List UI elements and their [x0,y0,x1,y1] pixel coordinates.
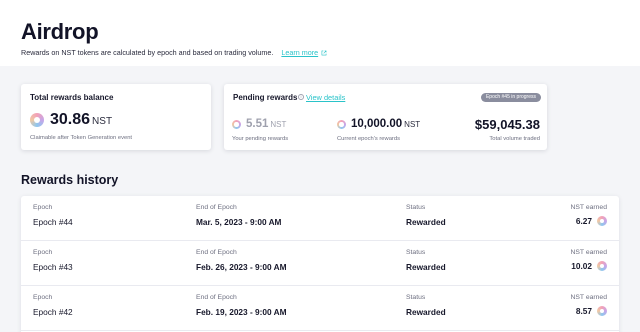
total-rewards-card: Total rewards balance 30.86 NST Claimable… [21,84,211,150]
nst-token-icon [597,216,607,226]
end-column-label: End of Epoch [196,204,237,211]
earned-value: 6.27 [575,216,592,226]
epoch-value: Epoch #44 [33,217,73,227]
total-rewards-title: Total rewards balance [30,93,114,102]
earned-value: 8.57 [575,306,592,316]
page-subtitle: Rewards on NST tokens are calculated by … [21,48,327,57]
current-epoch-value: 10,000.00 NST [351,118,420,130]
earned-value: 10.02 [571,261,592,271]
pending-your-caption: Your pending rewards [232,136,289,142]
view-details-link[interactable]: View details [306,93,345,102]
status-value: Rewarded [406,262,446,272]
nst-token-icon [597,306,607,316]
status-column-label: Status [406,249,426,256]
epoch-value: Epoch #43 [33,262,73,272]
total-volume-caption: Total volume traded [489,136,540,142]
nst-token-icon [337,120,346,129]
epoch-value: Epoch #42 [33,307,73,317]
end-column-label: End of Epoch [196,249,237,256]
rewards-history-title: Rewards history [21,173,119,187]
nst-token-icon [232,120,241,129]
total-rewards-value: 30.86 NST [50,111,112,129]
total-rewards-caption: Claimable after Token Generation event [30,135,133,141]
external-link-icon [321,50,327,55]
page-header: Airdrop Rewards on NST tokens are calcul… [0,0,640,66]
epoch-column-label: Epoch [33,294,53,301]
page-subtitle-text: Rewards on NST tokens are calculated by … [21,48,274,57]
total-volume-value: $59,045.38 [474,117,540,132]
table-row: Epoch Epoch #43 End of Epoch Feb. 26, 20… [21,241,619,286]
earned-column-label: NST earned [570,204,607,211]
epoch-column-label: Epoch [33,249,53,256]
current-epoch-caption: Current epoch's rewards [337,136,400,142]
pending-your-unit: NST [270,120,287,129]
status-column-label: Status [406,294,426,301]
table-row: Epoch Epoch #42 End of Epoch Feb. 19, 20… [21,286,619,331]
epoch-status-badge: Epoch #45 in progress [480,93,541,102]
learn-more-link[interactable]: Learn more [281,48,327,57]
nst-token-icon [597,261,607,271]
current-epoch-unit: NST [404,120,421,129]
pending-your-amount: 5.51 [246,118,269,130]
current-epoch-amount: 10,000.00 [351,118,403,130]
pending-rewards-title: Pending rewards [233,93,298,102]
earned-column-label: NST earned [570,294,607,301]
total-rewards-amount: 30.86 [50,111,91,128]
rewards-history-list: Epoch Epoch #44 End of Epoch Mar. 5, 202… [21,196,619,332]
table-row: Epoch Epoch #44 End of Epoch Mar. 5, 202… [21,196,619,241]
page-title: Airdrop [21,19,99,44]
end-value: Feb. 26, 2023 - 9:00 AM [196,262,287,272]
status-value: Rewarded [406,307,446,317]
pending-your-value: 5.51 NST [246,118,286,130]
end-value: Feb. 19, 2023 - 9:00 AM [196,307,287,317]
end-column-label: End of Epoch [196,294,237,301]
info-icon[interactable]: i [298,94,304,100]
total-rewards-unit: NST [92,116,113,127]
epoch-column-label: Epoch [33,204,53,211]
end-value: Mar. 5, 2023 - 9:00 AM [196,217,282,227]
nst-token-icon [30,113,44,127]
earned-column-label: NST earned [570,249,607,256]
status-column-label: Status [406,204,426,211]
status-value: Rewarded [406,217,446,227]
learn-more-label: Learn more [281,48,319,57]
pending-rewards-card: Pending rewards i View details Epoch #45… [224,84,547,150]
